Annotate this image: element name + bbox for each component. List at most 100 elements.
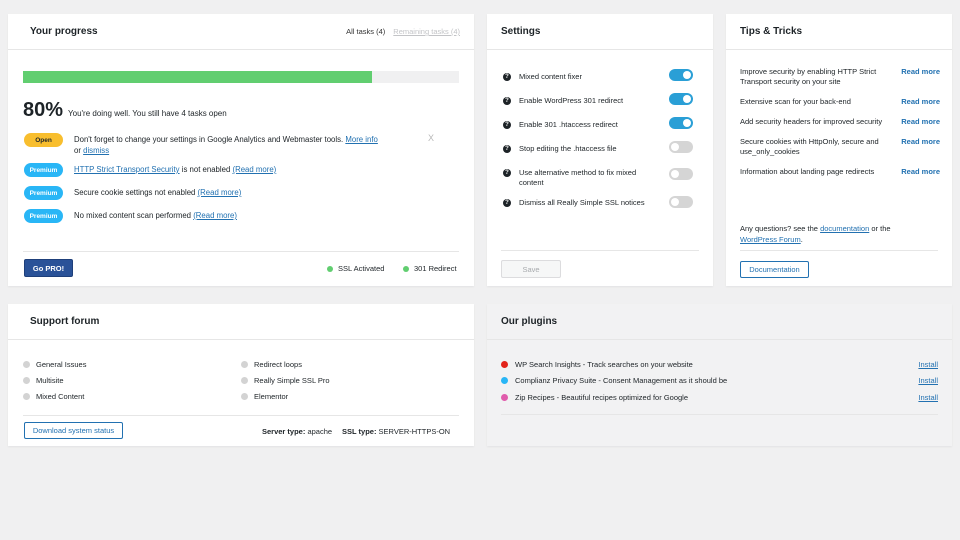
help-icon[interactable]: ? bbox=[503, 73, 511, 81]
setting-toggle[interactable] bbox=[669, 69, 693, 81]
redirect-status: 301 Redirect bbox=[403, 264, 457, 273]
tip-item: Extensive scan for your back-end Read mo… bbox=[740, 97, 940, 107]
more-info-link[interactable]: More info bbox=[345, 135, 378, 144]
toggle-knob bbox=[683, 119, 691, 127]
documentation-link[interactable]: documentation bbox=[820, 224, 869, 233]
install-link[interactable]: Install bbox=[918, 393, 938, 402]
ssl-status: SSL Activated bbox=[327, 264, 384, 273]
setting-row: ? Use alternative method to fix mixed con… bbox=[503, 168, 693, 188]
server-type: Server type: apache bbox=[262, 427, 332, 436]
plugin-dot-icon bbox=[501, 377, 508, 384]
read-more-link[interactable]: (Read more) bbox=[198, 188, 242, 197]
help-icon[interactable]: ? bbox=[503, 121, 511, 129]
divider bbox=[23, 251, 459, 252]
install-link[interactable]: Install bbox=[918, 376, 938, 385]
save-button[interactable]: Save bbox=[501, 260, 561, 278]
plugin-name: Complianz Privacy Suite - Consent Manage… bbox=[515, 376, 728, 385]
go-pro-button[interactable]: Go PRO! bbox=[24, 259, 73, 277]
divider bbox=[23, 415, 459, 416]
setting-toggle[interactable] bbox=[669, 168, 693, 180]
read-more-link[interactable]: (Read more) bbox=[232, 165, 276, 174]
setting-toggle[interactable] bbox=[669, 196, 693, 208]
setting-toggle[interactable] bbox=[669, 93, 693, 105]
forum-link-multisite[interactable]: Multisite bbox=[23, 376, 64, 385]
read-more-link[interactable]: Read more bbox=[901, 167, 940, 177]
forum-link-general[interactable]: General Issues bbox=[23, 360, 86, 369]
setting-row: ? Enable 301 .htaccess redirect bbox=[503, 120, 693, 130]
documentation-button[interactable]: Documentation bbox=[740, 261, 809, 278]
progress-bar-fill bbox=[23, 71, 372, 83]
task-message: No mixed content scan performed bbox=[74, 211, 192, 220]
task-text: No mixed content scan performed (Read mo… bbox=[74, 209, 237, 221]
circle-icon bbox=[23, 377, 30, 384]
forum-link-elementor[interactable]: Elementor bbox=[241, 392, 288, 401]
settings-title: Settings bbox=[501, 26, 541, 37]
support-title: Support forum bbox=[30, 316, 100, 327]
plugin-dot-icon bbox=[501, 394, 508, 401]
tip-text: Information about landing page redirects bbox=[740, 167, 875, 176]
tip-item: Secure cookies with HttpOnly, secure and… bbox=[740, 137, 940, 157]
forum-label: Redirect loops bbox=[254, 360, 302, 369]
tip-item: Information about landing page redirects… bbox=[740, 167, 940, 177]
question-text: or the bbox=[871, 224, 891, 233]
plugin-item: Complianz Privacy Suite - Consent Manage… bbox=[501, 376, 938, 385]
setting-row: ? Dismiss all Really Simple SSL notices bbox=[503, 198, 693, 208]
circle-icon bbox=[23, 361, 30, 368]
help-icon[interactable]: ? bbox=[503, 97, 511, 105]
task-message: is not enabled bbox=[181, 165, 231, 174]
read-more-link[interactable]: Read more bbox=[901, 137, 940, 157]
toggle-knob bbox=[683, 71, 691, 79]
status-dot-icon bbox=[327, 265, 333, 272]
forum-link-mixed-content[interactable]: Mixed Content bbox=[23, 392, 84, 401]
forum-link-redirect-loops[interactable]: Redirect loops bbox=[241, 360, 302, 369]
server-type-label: Server type: bbox=[262, 427, 306, 436]
plugins-header: Our plugins bbox=[487, 304, 952, 340]
ssl-type-value: SERVER-HTTPS-ON bbox=[378, 427, 451, 436]
tab-all-tasks[interactable]: All tasks (4) bbox=[346, 27, 385, 36]
tip-text: Add security headers for improved securi… bbox=[740, 117, 883, 126]
plugin-name: Zip Recipes - Beautiful recipes optimize… bbox=[515, 393, 688, 402]
setting-row: ? Enable WordPress 301 redirect bbox=[503, 96, 693, 106]
setting-label: Mixed content fixer bbox=[519, 72, 582, 81]
read-more-link[interactable]: (Read more) bbox=[193, 211, 237, 220]
download-system-status-button[interactable]: Download system status bbox=[24, 422, 123, 439]
progress-header: Your progress All tasks (4) Remaining ta… bbox=[8, 14, 474, 50]
setting-toggle[interactable] bbox=[669, 141, 693, 153]
task-row: Open Don't forget to change your setting… bbox=[24, 133, 444, 156]
divider bbox=[740, 250, 938, 251]
setting-label: Enable WordPress 301 redirect bbox=[519, 96, 624, 105]
help-icon[interactable]: ? bbox=[503, 169, 511, 177]
setting-label: Stop editing the .htaccess file bbox=[519, 144, 617, 153]
read-more-link[interactable]: Read more bbox=[901, 97, 940, 107]
redirect-status-label: 301 Redirect bbox=[414, 264, 457, 273]
plugin-item: Zip Recipes - Beautiful recipes optimize… bbox=[501, 393, 938, 402]
task-row: Premium No mixed content scan performed … bbox=[24, 209, 444, 223]
settings-header: Settings bbox=[487, 14, 713, 50]
tab-remaining-tasks[interactable]: Remaining tasks (4) bbox=[393, 27, 460, 36]
circle-icon bbox=[241, 393, 248, 400]
question-text: . bbox=[800, 234, 803, 244]
or-text: or bbox=[74, 146, 81, 155]
ssl-status-label: SSL Activated bbox=[338, 264, 385, 273]
setting-label: Dismiss all Really Simple SSL notices bbox=[519, 198, 645, 207]
circle-icon bbox=[241, 361, 248, 368]
tip-text: Improve security by enabling HTTP Strict… bbox=[740, 67, 877, 86]
forum-label: Multisite bbox=[36, 376, 64, 385]
wordpress-forum-link[interactable]: WordPress Forum bbox=[740, 235, 801, 244]
hsts-link[interactable]: HTTP Strict Transport Security bbox=[74, 165, 180, 174]
help-icon[interactable]: ? bbox=[503, 145, 511, 153]
close-icon[interactable]: X bbox=[428, 133, 434, 143]
forum-label: Elementor bbox=[254, 392, 289, 401]
divider bbox=[501, 414, 938, 415]
install-link[interactable]: Install bbox=[918, 360, 938, 369]
tips-header: Tips & Tricks bbox=[726, 14, 952, 50]
dismiss-link[interactable]: dismiss bbox=[83, 146, 109, 155]
progress-title: Your progress bbox=[30, 26, 98, 37]
read-more-link[interactable]: Read more bbox=[901, 67, 940, 87]
setting-toggle[interactable] bbox=[669, 117, 693, 129]
question-text: Any questions? see the bbox=[740, 224, 818, 233]
forum-link-ssl-pro[interactable]: Really Simple SSL Pro bbox=[241, 376, 330, 385]
help-icon[interactable]: ? bbox=[503, 199, 511, 207]
read-more-link[interactable]: Read more bbox=[901, 117, 940, 127]
status-dot-icon bbox=[403, 265, 409, 272]
